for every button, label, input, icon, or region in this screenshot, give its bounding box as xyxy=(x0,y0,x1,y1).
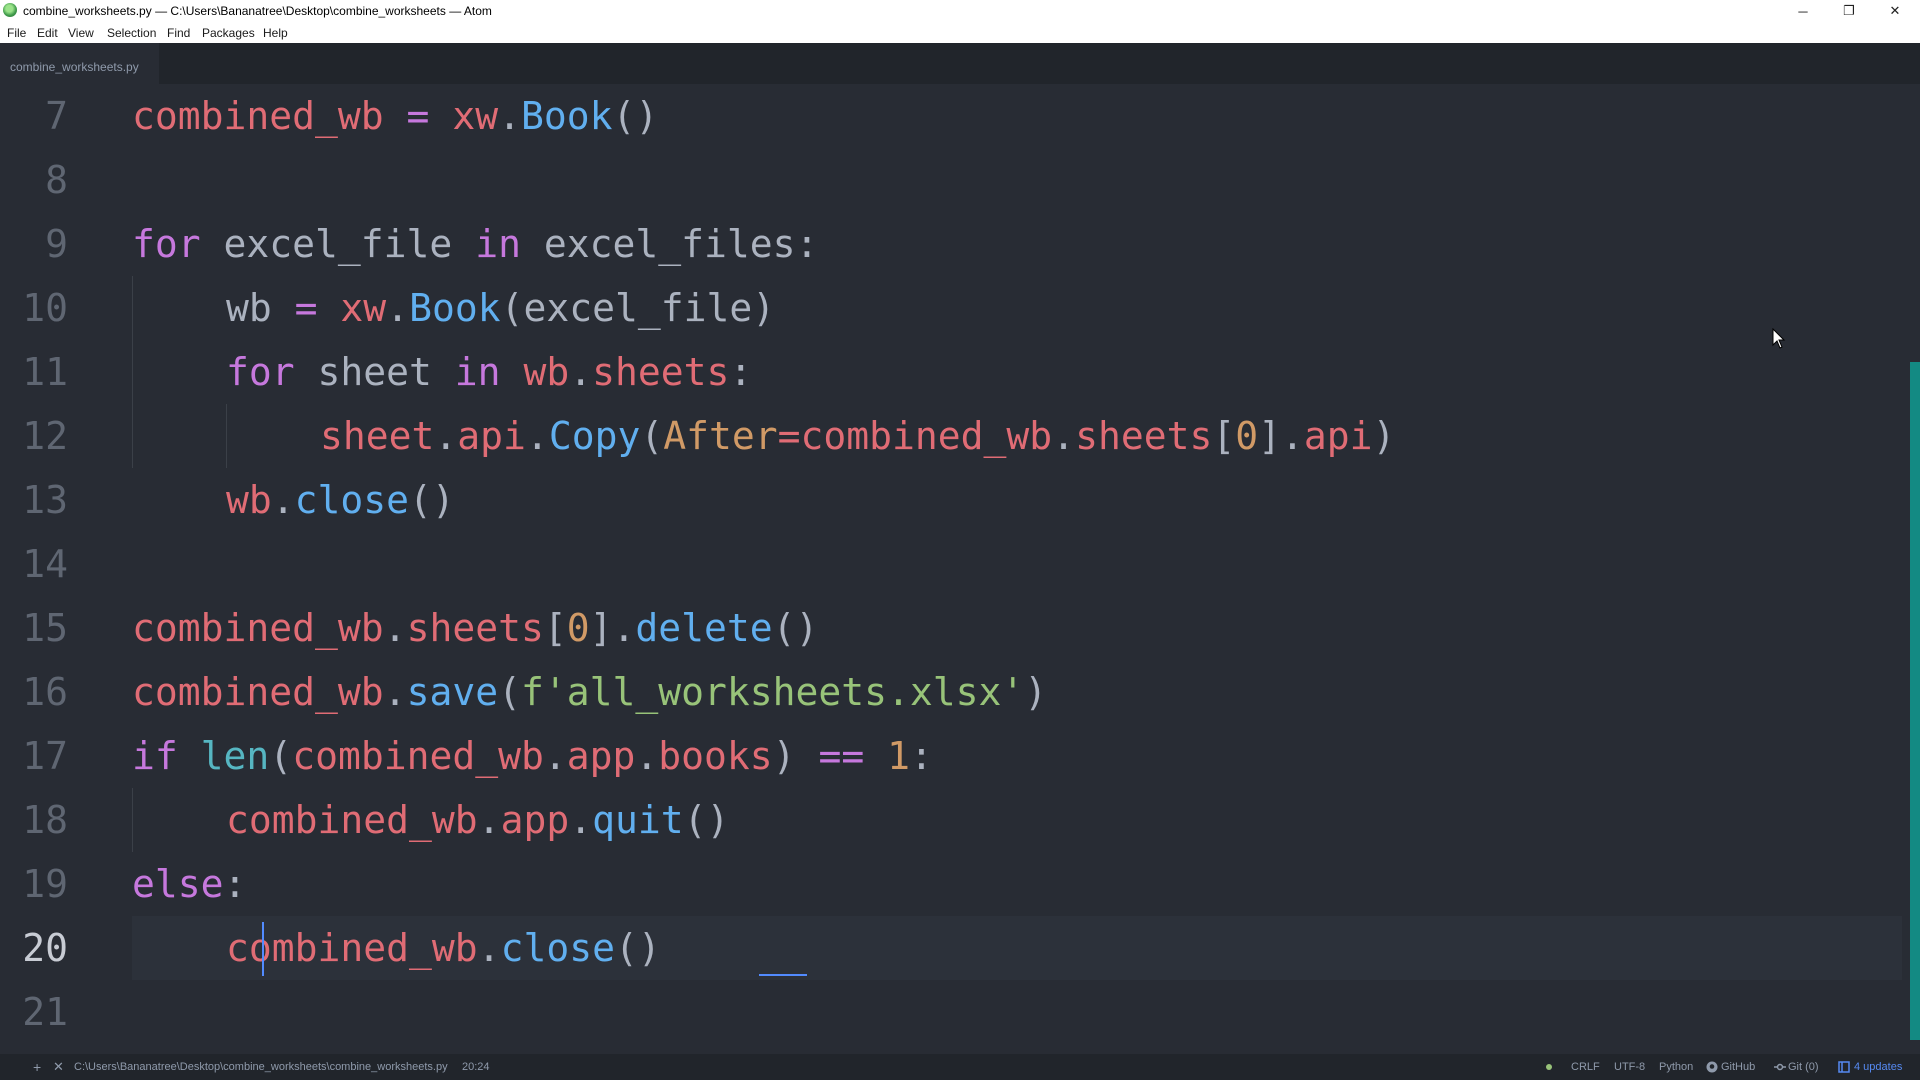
code-line-15: combined_wb.sheets[0].delete() xyxy=(132,606,819,650)
title-bar: combine_worksheets.py — C:\Users\Bananat… xyxy=(0,0,1920,22)
atom-app-icon xyxy=(3,3,17,17)
code-line-20: combined_wb.close() xyxy=(226,926,661,970)
github-button[interactable]: GitHub xyxy=(1721,1061,1755,1073)
menu-edit[interactable]: Edit xyxy=(37,26,58,40)
line-number: 9 xyxy=(45,222,68,266)
file-path[interactable]: C:\Users\Bananatree\Desktop\combine_work… xyxy=(74,1061,448,1073)
minimize-button[interactable]: ─ xyxy=(1780,0,1826,22)
status-bar: + ✕ C:\Users\Bananatree\Desktop\combine_… xyxy=(0,1054,1920,1080)
restore-button[interactable]: ❐ xyxy=(1826,0,1872,22)
grammar-selector[interactable]: Python xyxy=(1659,1061,1693,1073)
status-indicator-icon xyxy=(1546,1064,1552,1070)
add-project-folder-icon[interactable]: + xyxy=(33,1059,41,1075)
mouse-pointer-icon xyxy=(1772,328,1786,349)
code-line-12: sheet.api.Copy(After=combined_wb.sheets[… xyxy=(320,414,1396,458)
line-number: 8 xyxy=(45,158,68,202)
code-line-11: for sheet in wb.sheets: xyxy=(226,350,753,394)
scrollbar-thumb[interactable] xyxy=(1910,362,1920,1040)
menu-help[interactable]: Help xyxy=(263,26,288,40)
line-number: 21 xyxy=(22,990,68,1034)
menu-find[interactable]: Find xyxy=(167,26,190,40)
line-number: 7 xyxy=(45,94,68,138)
line-number: 15 xyxy=(22,606,68,650)
menu-view[interactable]: View xyxy=(68,26,94,40)
menu-packages[interactable]: Packages xyxy=(202,26,255,40)
updates-button[interactable]: 4 updates xyxy=(1854,1061,1902,1073)
code-line-7: combined_wb = xw.Book() xyxy=(132,94,659,138)
indent-guide xyxy=(132,788,133,852)
code-line-17: if len(combined_wb.app.books) == 1: xyxy=(132,734,933,778)
window-title: combine_worksheets.py — C:\Users\Bananat… xyxy=(23,4,492,18)
code-line-13: wb.close() xyxy=(226,478,455,522)
line-number: 18 xyxy=(22,798,68,842)
line-number: 14 xyxy=(22,542,68,586)
menu-bar: File Edit View Selection Find Packages H… xyxy=(0,22,1920,44)
menu-selection[interactable]: Selection xyxy=(107,26,156,40)
close-icon[interactable]: ✕ xyxy=(53,1059,64,1075)
github-icon xyxy=(1706,1061,1718,1073)
code-line-18: combined_wb.app.quit() xyxy=(226,798,730,842)
line-number: 12 xyxy=(22,414,68,458)
current-line-number: 20 xyxy=(22,926,68,970)
line-number: 13 xyxy=(22,478,68,522)
indent-guide xyxy=(226,404,227,468)
code-line-19: else: xyxy=(132,862,247,906)
code-line-9: for excel_file in excel_files: xyxy=(132,222,819,266)
line-number-gutter: 7 8 9 10 11 12 13 14 15 16 17 18 19 20 2… xyxy=(0,84,100,1054)
menu-file[interactable]: File xyxy=(7,26,26,40)
encoding-selector[interactable]: UTF-8 xyxy=(1614,1061,1645,1073)
bracket-match-indicator xyxy=(759,974,807,976)
line-number: 10 xyxy=(22,286,68,330)
indent-guide xyxy=(132,276,133,468)
code-line-10: wb = xw.Book(excel_file) xyxy=(226,286,776,330)
git-button[interactable]: Git (0) xyxy=(1788,1061,1819,1073)
code-editor[interactable]: 7 8 9 10 11 12 13 14 15 16 17 18 19 20 2… xyxy=(0,84,1920,1054)
git-commit-icon xyxy=(1774,1063,1786,1071)
code-line-16: combined_wb.save(f'all_worksheets.xlsx') xyxy=(132,670,1048,714)
tab-label: combine_worksheets.py xyxy=(10,60,139,74)
close-window-button[interactable]: ✕ xyxy=(1872,0,1918,22)
cursor-position[interactable]: 20:24 xyxy=(462,1061,490,1073)
line-number: 16 xyxy=(22,670,68,714)
code-area[interactable]: combined_wb = xw.Book() for excel_file i… xyxy=(132,84,1902,1054)
text-cursor xyxy=(262,922,264,976)
line-ending-selector[interactable]: CRLF xyxy=(1571,1061,1600,1073)
updates-icon xyxy=(1838,1061,1850,1073)
line-number: 19 xyxy=(22,862,68,906)
line-number: 11 xyxy=(22,350,68,394)
line-number: 17 xyxy=(22,734,68,778)
